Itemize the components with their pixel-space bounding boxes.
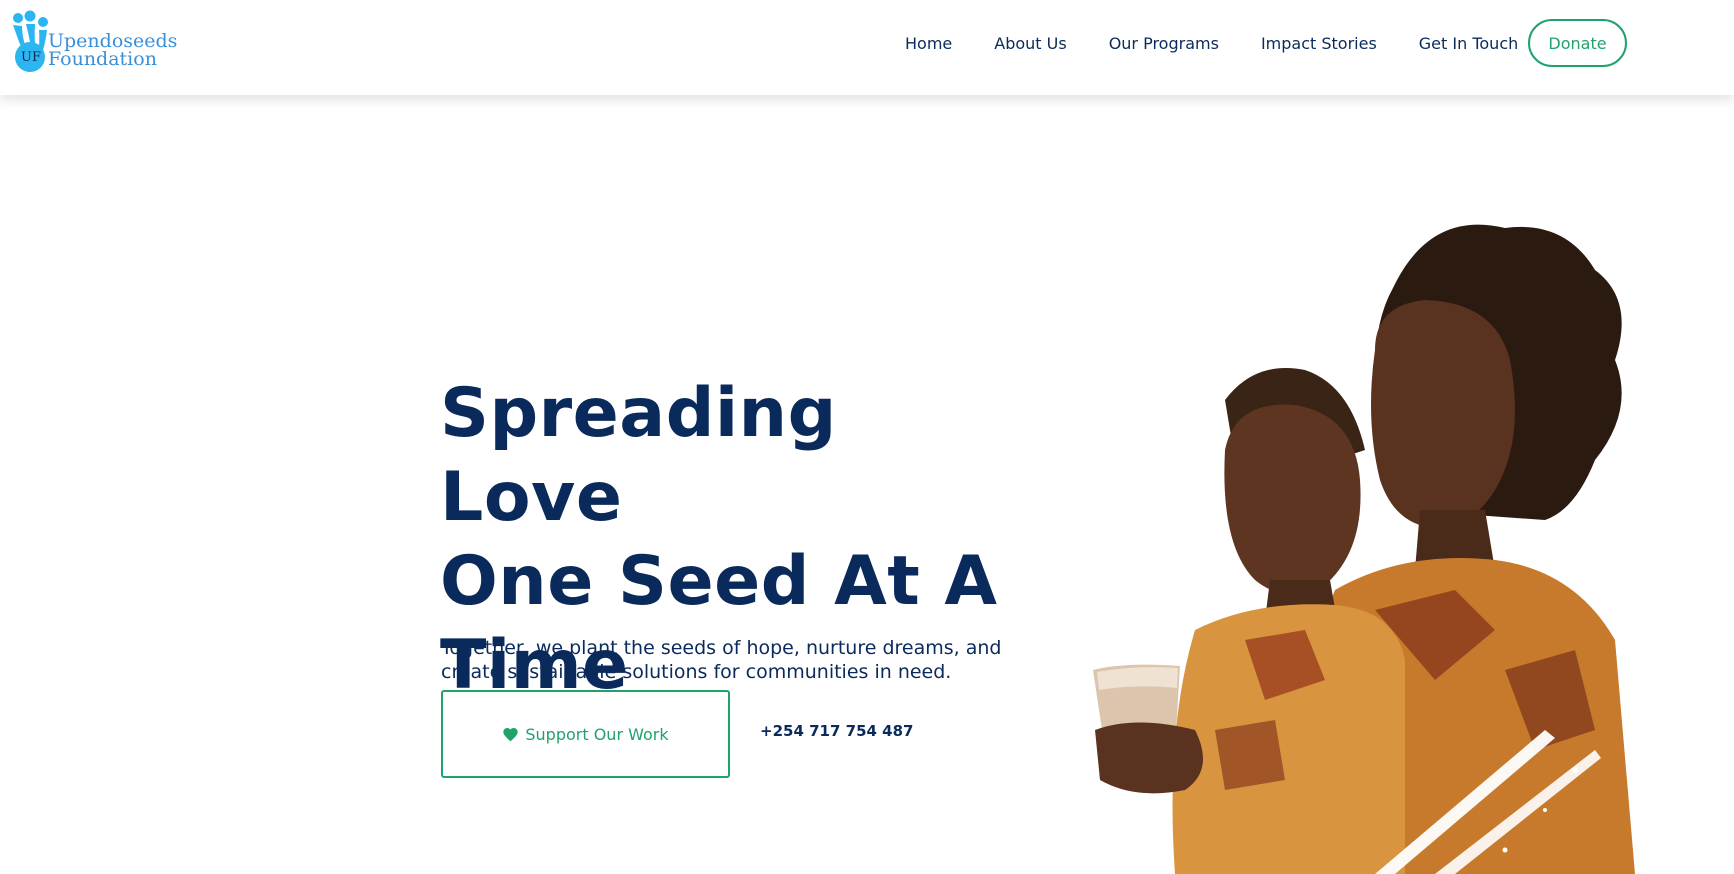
support-our-work-button[interactable]: Support Our Work bbox=[441, 690, 730, 778]
nav-our-programs[interactable]: Our Programs bbox=[1109, 34, 1219, 53]
hero-title-line1: Spreading Love bbox=[440, 374, 837, 537]
nav-get-in-touch[interactable]: Get In Touch bbox=[1419, 34, 1518, 53]
hero-subtitle: Together, we plant the seeds of hope, nu… bbox=[441, 636, 1011, 684]
logo-monogram: UF bbox=[21, 50, 41, 65]
site-header: UF Upendoseeds Foundation Home About Us … bbox=[0, 0, 1734, 95]
hero-subtitle-line2: create sustainable solutions for communi… bbox=[441, 661, 952, 683]
nav-home[interactable]: Home bbox=[905, 34, 952, 53]
support-button-label: Support Our Work bbox=[525, 724, 669, 744]
nav-about-us[interactable]: About Us bbox=[994, 34, 1066, 53]
heart-icon bbox=[503, 727, 519, 741]
donate-button[interactable]: Donate bbox=[1528, 19, 1627, 67]
site-logo[interactable]: UF Upendoseeds Foundation bbox=[10, 10, 177, 76]
hero-subtitle-line1: Together, we plant the seeds of hope, nu… bbox=[441, 637, 1002, 659]
logo-figures-icon bbox=[13, 10, 48, 72]
logo-name-line2: Foundation bbox=[48, 48, 157, 70]
hero-title-line2: One Seed At A bbox=[440, 542, 998, 621]
phone-number-link[interactable]: +254 717 754 487 bbox=[760, 722, 913, 740]
logo-wordmark: Upendoseeds Foundation bbox=[48, 32, 177, 70]
hero-image-two-girls bbox=[1093, 224, 1635, 874]
nav-impact-stories[interactable]: Impact Stories bbox=[1261, 34, 1377, 53]
main-nav: Home About Us Our Programs Impact Storie… bbox=[880, 0, 1560, 86]
